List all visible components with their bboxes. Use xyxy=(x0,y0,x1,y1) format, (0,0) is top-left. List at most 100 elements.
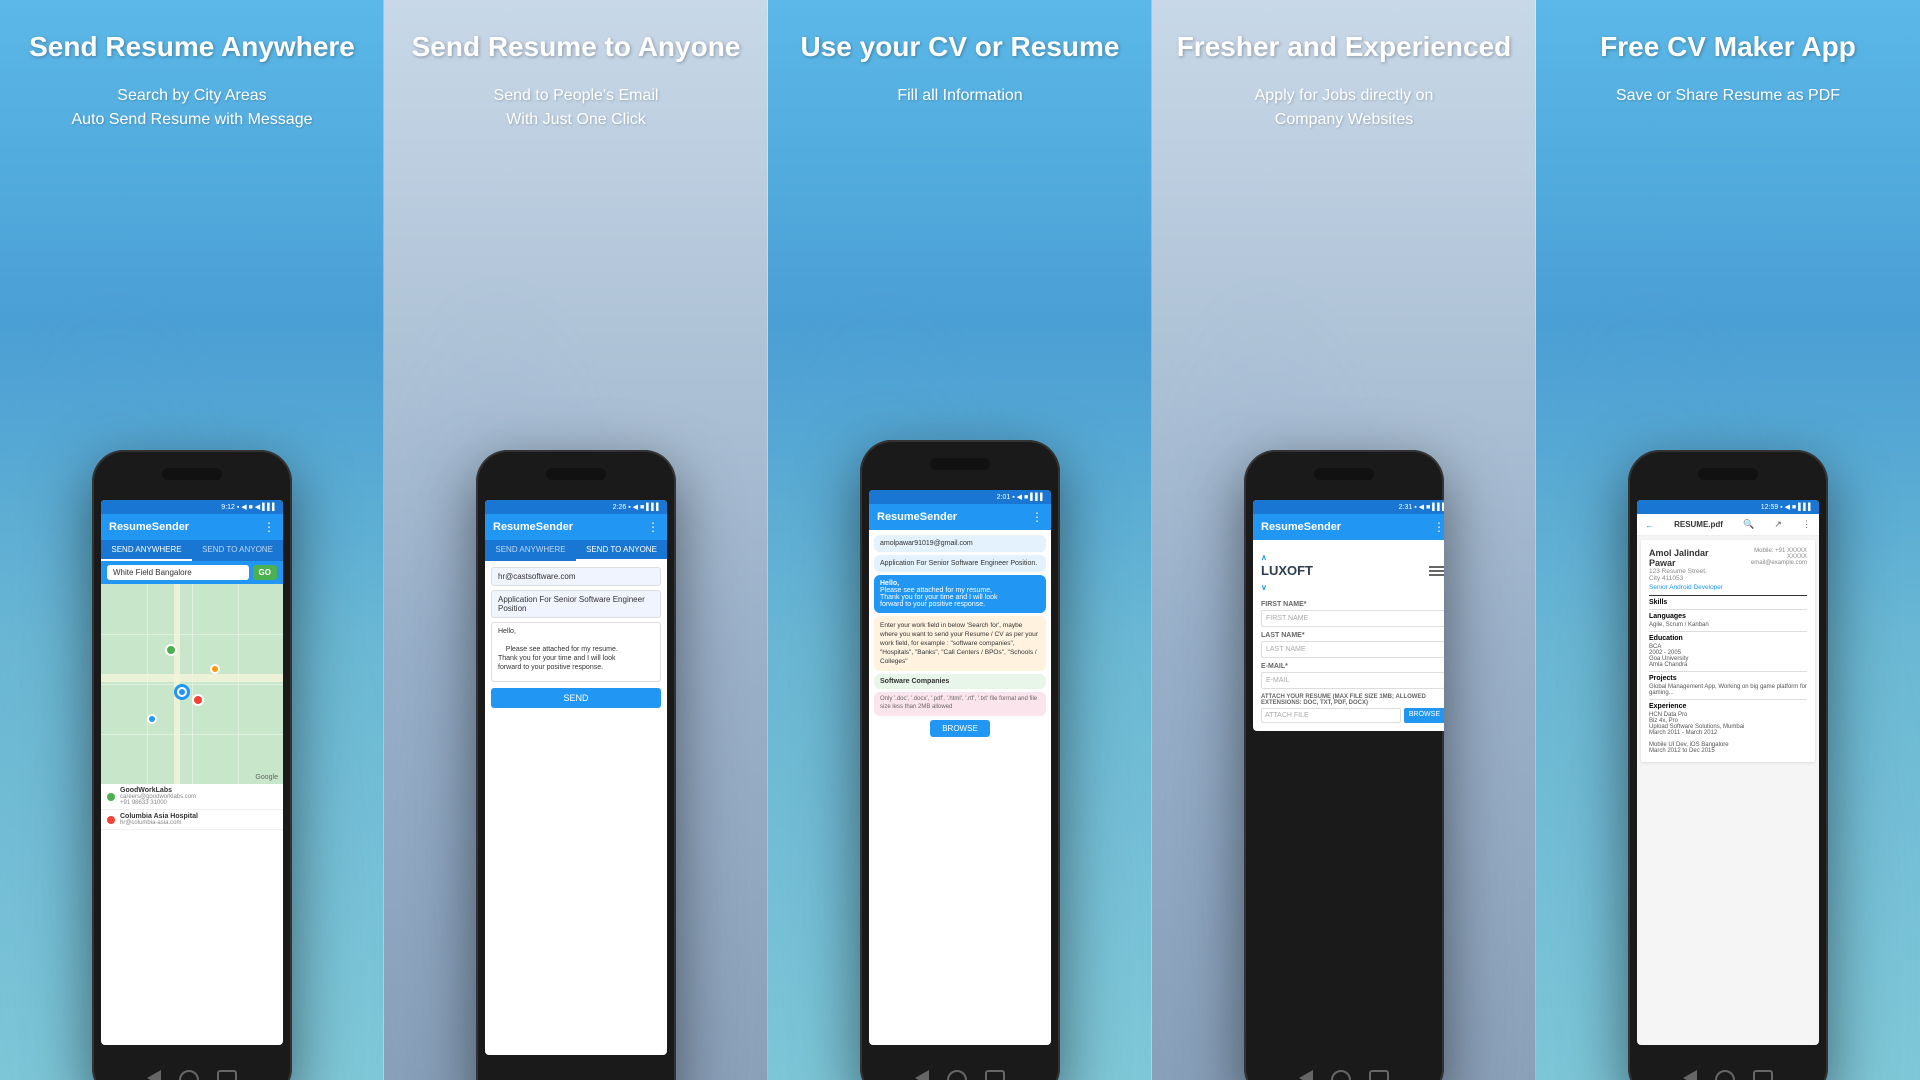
back-button-5[interactable] xyxy=(1683,1070,1697,1080)
bottom-navigation-3 xyxy=(915,1070,1005,1080)
pdf-projects-section: Projects Global Management App, Working … xyxy=(1649,671,1807,696)
pdf-projects-title: Projects xyxy=(1649,675,1807,682)
cv-content: amolpawar91019@gmail.com Application For… xyxy=(869,530,1051,746)
recent-button-5[interactable] xyxy=(1753,1070,1773,1080)
status-bar-5: 12:59 ▪ ◀ ■ ▌▌▌ xyxy=(1637,500,1819,514)
pdf-languages-content: Agile, Scrum / Kanban xyxy=(1649,622,1807,628)
location-input[interactable]: White Field Bangalore xyxy=(107,565,249,580)
company-dot-2 xyxy=(107,816,115,824)
back-button[interactable] xyxy=(147,1070,161,1080)
menu-icon-3: ⋮ xyxy=(1031,510,1043,524)
status-bar: 9:12 ▪ ◀ ■ ◀ ▌▌▌ xyxy=(101,500,283,514)
instruction-bubble: Enter your work field in below 'Search f… xyxy=(874,616,1046,671)
status-bar-4: 2:31 ▪ ◀ ■ ▌▌▌ xyxy=(1253,500,1444,514)
pdf-languages-section: Languages Agile, Scrum / Kanban xyxy=(1649,609,1807,628)
bottom-navigation xyxy=(147,1070,237,1080)
map-grid-v3 xyxy=(238,584,239,784)
hamburger-icon xyxy=(1429,566,1444,576)
bottom-navigation-4 xyxy=(1299,1070,1389,1080)
back-arrow-icon[interactable]: ← xyxy=(1645,520,1654,530)
pdf-education-content: BCA 2002 - 2005 Goa University Amla Chan… xyxy=(1649,644,1807,668)
email-bubble: amolpawar91019@gmail.com xyxy=(874,535,1046,552)
pdf-address: 123 Resume Street,City 411053 xyxy=(1649,568,1735,582)
bottom-navigation-5 xyxy=(1683,1070,1773,1080)
attach-file-input[interactable]: ATTACH FILE xyxy=(1261,708,1401,723)
phone-notch xyxy=(162,468,222,480)
map-view: Google xyxy=(101,584,283,784)
app-header: ResumeSender ⋮ xyxy=(101,514,283,540)
current-location-pin xyxy=(174,684,190,700)
map-pin-3 xyxy=(210,664,220,674)
browse-button-3[interactable]: BROWSE xyxy=(930,720,990,737)
phone-screen-1: 9:12 ▪ ◀ ■ ◀ ▌▌▌ ResumeSender ⋮ SEND ANY… xyxy=(101,500,283,1045)
app-header-3: ResumeSender ⋮ xyxy=(869,504,1051,530)
pdf-header: ← RESUME.pdf 🔍 ↗ ⋮ xyxy=(1637,514,1819,536)
phone-screen-4: 2:31 ▪ ◀ ■ ▌▌▌ ResumeSender ⋮ ∧ LUXOFT ∨ xyxy=(1253,500,1444,731)
email-body-field[interactable]: Hello, Please see attached for my resume… xyxy=(491,622,661,682)
menu-icon-2: ⋮ xyxy=(647,520,659,534)
menu-icon-4: ⋮ xyxy=(1433,520,1444,534)
pdf-document: Amol Jalindar Pawar 123 Resume Street,Ci… xyxy=(1641,540,1815,762)
company-dot-1 xyxy=(107,793,115,801)
map-grid-v1 xyxy=(147,584,148,784)
home-button-5[interactable] xyxy=(1715,1070,1735,1080)
panel-5-subtitle: Save or Share Resume as PDF xyxy=(1596,74,1860,118)
pdf-education-section: Education BCA 2002 - 2005 Goa University… xyxy=(1649,631,1807,668)
company-info-2: Columbia Asia Hospital hr@columbia-asia.… xyxy=(120,813,198,826)
map-grid-v2 xyxy=(192,584,193,784)
back-button-3[interactable] xyxy=(915,1070,929,1080)
panel-2-title: Send Resume to Anyone xyxy=(397,0,756,74)
pdf-experience-section: Experience HCN Data Pro Biz 4x, Pro Uplo… xyxy=(1649,699,1807,754)
go-button[interactable]: GO xyxy=(253,565,277,580)
panel-2-subtitle: Send to People's Email With Just One Cli… xyxy=(474,74,679,142)
more-pdf-icon[interactable]: ⋮ xyxy=(1802,519,1811,530)
home-button-3[interactable] xyxy=(947,1070,967,1080)
company-item-1: GoodWorkLabs careers@goodworklabs.com +9… xyxy=(101,784,283,810)
pdf-skills-section: Skills xyxy=(1649,595,1807,606)
note-bubble: Only '.doc', '.docx', '.pdf', '.html', '… xyxy=(874,692,1046,716)
recent-button-3[interactable] xyxy=(985,1070,1005,1080)
tab-anywhere-2[interactable]: SEND ANYWHERE xyxy=(485,540,576,561)
pdf-education-title: Education xyxy=(1649,635,1807,642)
search-pdf-icon[interactable]: 🔍 xyxy=(1743,519,1754,530)
home-button[interactable] xyxy=(179,1070,199,1080)
browse-button-4[interactable]: BROWSE xyxy=(1404,708,1444,723)
panel-1-subtitle: Search by City Areas Auto Send Resume wi… xyxy=(51,74,332,142)
phone-mockup-1: 9:12 ▪ ◀ ■ ◀ ▌▌▌ ResumeSender ⋮ SEND ANY… xyxy=(92,450,292,1080)
share-pdf-icon[interactable]: ↗ xyxy=(1774,519,1782,530)
app-title-4: ResumeSender xyxy=(1261,521,1341,533)
app-tabs-2: SEND ANYWHERE SEND TO ANYONE xyxy=(485,540,667,561)
app-header-4: ResumeSender ⋮ xyxy=(1253,514,1444,540)
to-email-field[interactable]: hr@castsoftware.com xyxy=(491,567,661,586)
panel-cv-maker: Free CV Maker App Save or Share Resume a… xyxy=(1536,0,1920,1080)
last-name-input[interactable]: LAST NAME xyxy=(1261,641,1444,658)
panel-4-title: Fresher and Experienced xyxy=(1162,0,1527,74)
email-form: hr@castsoftware.com Application For Seni… xyxy=(485,561,667,714)
tab-send-to-anyone[interactable]: SEND TO ANYONE xyxy=(192,540,283,561)
map-road-h xyxy=(101,674,283,682)
email-input[interactable]: E-MAIL xyxy=(1261,672,1444,689)
last-name-label: LAST NAME* xyxy=(1261,632,1444,639)
search-area: White Field Bangalore GO xyxy=(101,561,283,584)
back-button-4[interactable] xyxy=(1299,1070,1313,1080)
pdf-header-row: Amol Jalindar Pawar 123 Resume Street,Ci… xyxy=(1649,548,1807,591)
map-pin-4 xyxy=(147,714,157,724)
tab-send-anywhere[interactable]: SEND ANYWHERE xyxy=(101,540,192,561)
pdf-role: Senior Android Developer xyxy=(1649,584,1735,591)
status-bar-3: 2:01 ▪ ◀ ■ ▌▌▌ xyxy=(869,490,1051,504)
send-email-button[interactable]: SEND xyxy=(491,688,661,708)
home-button-4[interactable] xyxy=(1331,1070,1351,1080)
recent-button-4[interactable] xyxy=(1369,1070,1389,1080)
panel-fresher-experienced: Fresher and Experienced Apply for Jobs d… xyxy=(1152,0,1536,1080)
recent-button[interactable] xyxy=(217,1070,237,1080)
pdf-projects-content: Global Management App, Working on big ga… xyxy=(1649,684,1807,696)
pdf-skills-title: Skills xyxy=(1649,599,1807,606)
phone-screen-5: 12:59 ▪ ◀ ■ ▌▌▌ ← RESUME.pdf 🔍 ↗ ⋮ Amol … xyxy=(1637,500,1819,1045)
tab-anyone-2[interactable]: SEND TO ANYONE xyxy=(576,540,667,561)
phone-notch-4 xyxy=(1314,468,1374,480)
subject-field[interactable]: Application For Senior Software Engineer… xyxy=(491,590,661,618)
first-name-input[interactable]: FIRST NAME xyxy=(1261,610,1444,627)
phone-notch-2 xyxy=(546,468,606,480)
phone-mockup-5: 12:59 ▪ ◀ ■ ▌▌▌ ← RESUME.pdf 🔍 ↗ ⋮ Amol … xyxy=(1628,450,1828,1080)
pdf-experience-content: HCN Data Pro Biz 4x, Pro Upload Software… xyxy=(1649,712,1807,754)
